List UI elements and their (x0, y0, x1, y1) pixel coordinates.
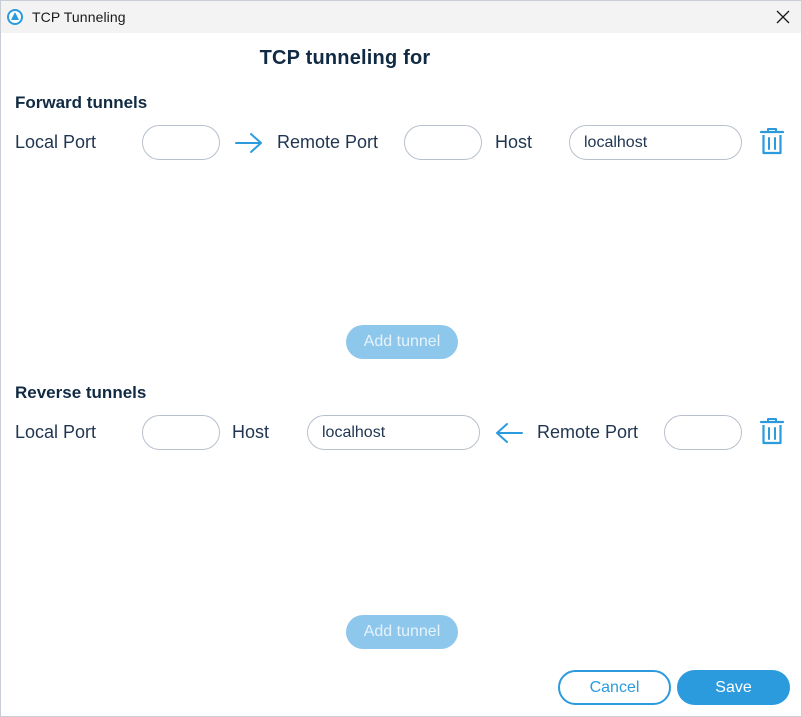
cancel-button[interactable]: Cancel (558, 670, 671, 705)
arrow-left-icon (496, 423, 523, 443)
title-bar: TCP Tunneling (1, 1, 801, 33)
forward-remote-port-input[interactable] (404, 125, 482, 160)
reverse-host-input[interactable] (307, 415, 480, 450)
arrow-right-icon (235, 133, 262, 153)
forward-local-port-input[interactable] (142, 125, 220, 160)
reverse-tunnels-title: Reverse tunnels (15, 383, 147, 402)
save-button[interactable]: Save (677, 670, 790, 705)
page-title: TCP tunneling for (259, 47, 431, 69)
forward-host-label: Host (495, 132, 533, 152)
forward-add-tunnel-button[interactable]: Add tunnel (346, 325, 458, 359)
reverse-local-port-input[interactable] (142, 415, 220, 450)
reverse-delete-tunnel-icon[interactable] (758, 416, 786, 446)
app-logo-icon (7, 9, 23, 25)
forward-local-port-label: Local Port (15, 132, 97, 152)
forward-tunnels-title: Forward tunnels (15, 93, 148, 112)
reverse-add-tunnel-button[interactable]: Add tunnel (346, 615, 458, 649)
window-title: TCP Tunneling (32, 9, 126, 25)
forward-delete-tunnel-icon[interactable] (758, 126, 786, 156)
forward-remote-port-label: Remote Port (277, 132, 379, 152)
close-icon (776, 10, 790, 24)
reverse-remote-port-label: Remote Port (537, 422, 639, 442)
reverse-remote-port-input[interactable] (664, 415, 742, 450)
forward-host-input[interactable] (569, 125, 742, 160)
close-button[interactable] (765, 1, 801, 33)
reverse-host-label: Host (232, 422, 270, 442)
reverse-local-port-label: Local Port (15, 422, 97, 442)
tcp-tunneling-dialog: TCP Tunneling TCP tunneling for Forward … (0, 0, 802, 717)
